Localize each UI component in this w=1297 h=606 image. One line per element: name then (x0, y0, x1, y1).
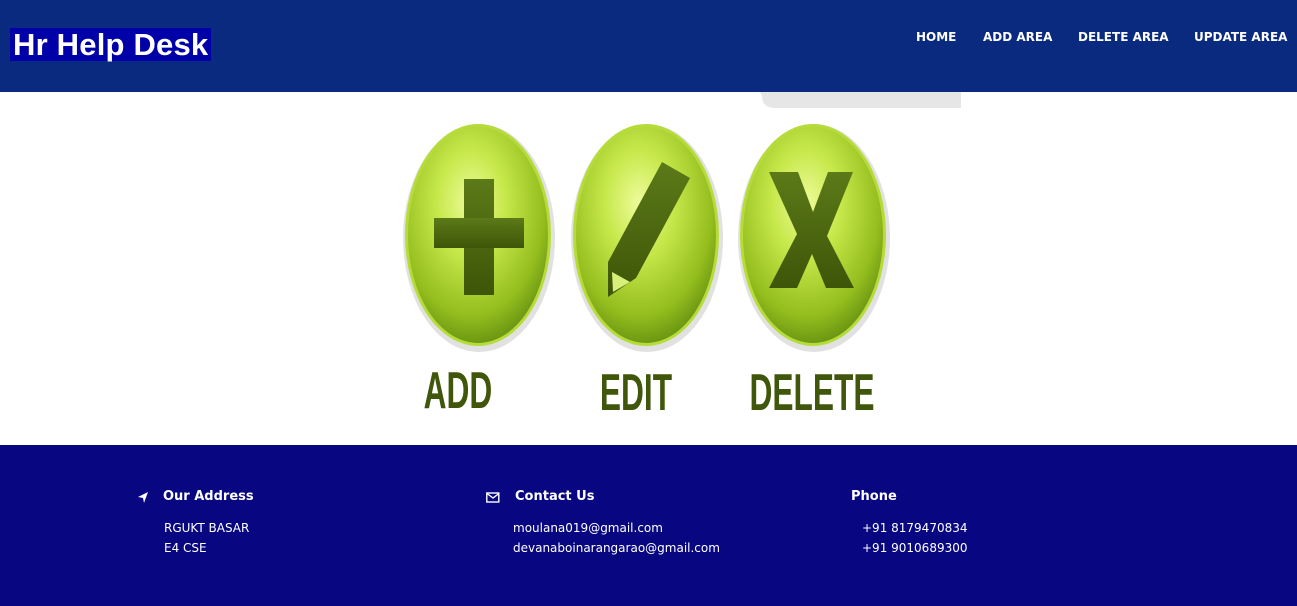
nav-add-area[interactable]: ADD AREA (983, 29, 1052, 45)
footer: Our Address RGUKT BASAR E4 CSE Contact U… (0, 445, 1297, 606)
brand-title[interactable]: Hr Help Desk (10, 28, 212, 61)
contact-title: Contact Us (515, 489, 595, 504)
phone-number-2[interactable]: +91 9010689300 (862, 540, 968, 556)
contact-email-1[interactable]: moulana019@gmail.com (513, 520, 663, 536)
address-title: Our Address (163, 489, 254, 504)
add-edit-delete-illustration: ADD EDIT DELETE (403, 92, 961, 422)
top-navbar: Hr Help Desk HOME ADD AREA DELETE AREA U… (0, 0, 1297, 92)
address-line-2: E4 CSE (164, 541, 207, 555)
address-line-1: RGUKT BASAR (164, 521, 250, 535)
nav-home[interactable]: HOME (916, 29, 956, 45)
contact-email-2[interactable]: devanaboinarangarao@gmail.com (513, 540, 720, 556)
nav-delete-area[interactable]: DELETE AREA (1078, 29, 1169, 45)
hero-image: ADD EDIT DELETE (0, 92, 1297, 445)
tab-shadow (760, 92, 961, 108)
nav-update-area[interactable]: UPDATE AREA (1194, 29, 1287, 45)
edit-caption: EDIT (600, 364, 672, 422)
phone-number-1[interactable]: +91 8179470834 (862, 520, 968, 536)
add-caption: ADD (424, 362, 493, 420)
delete-caption: DELETE (750, 364, 875, 422)
location-arrow-icon (137, 489, 151, 505)
phone-title: Phone (851, 489, 897, 504)
envelope-icon (486, 489, 500, 505)
add-circle-icon: ADD (403, 124, 555, 420)
pencil-circle-icon: EDIT (571, 124, 723, 422)
x-circle-icon: DELETE (738, 124, 890, 422)
main-nav: HOME ADD AREA DELETE AREA UPDATE AREA (877, 29, 1297, 45)
